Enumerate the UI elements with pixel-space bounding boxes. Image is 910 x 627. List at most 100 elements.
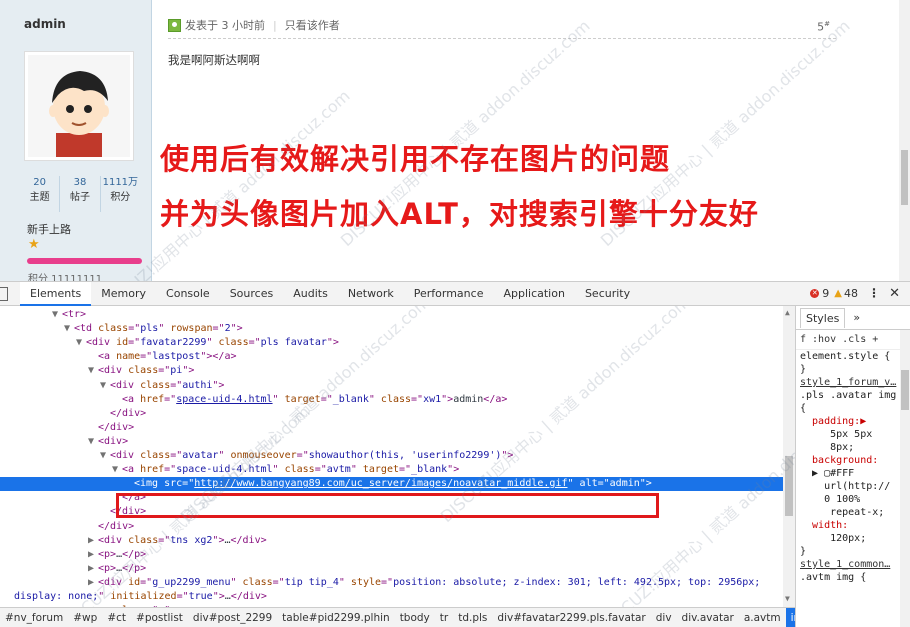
- dom-tree[interactable]: ▼ <tr> ▼ <td class="pls" rowspan="2"> ▼ <div …: [0, 306, 795, 607]
- code-token: </div>: [98, 520, 135, 532]
- breadcrumb-item[interactable]: td.pls: [453, 608, 492, 627]
- tab-security[interactable]: Security: [575, 282, 640, 306]
- user-rank[interactable]: 新手上路: [27, 221, 71, 237]
- code-token: _blank: [411, 464, 448, 476]
- styles-scrollbar[interactable]: [900, 330, 910, 627]
- dom-node-row[interactable]: ▼ <div>: [0, 435, 783, 449]
- more-tabs-icon[interactable]: »: [853, 311, 860, 324]
- code-token: class: [140, 450, 171, 461]
- only-author-link[interactable]: 只看该作者: [285, 17, 340, 33]
- inspect-element-icon[interactable]: [0, 286, 8, 301]
- page-scrollbar[interactable]: [899, 0, 910, 281]
- expand-arrow-icon[interactable]: ▶: [88, 576, 98, 590]
- dom-scroll-thumb[interactable]: [785, 456, 793, 516]
- code-token: </a>: [483, 393, 508, 405]
- breadcrumb-item[interactable]: tbody: [395, 608, 435, 627]
- forum-post: admin 20 主题 38 帖子 1111万 积分 新手上路 ★ 积分 111…: [0, 0, 910, 320]
- dom-node-row[interactable]: ▼ <td class="pls" rowspan="2">: [0, 322, 783, 336]
- post-floor-number[interactable]: 5#: [817, 20, 830, 34]
- tab-console[interactable]: Console: [156, 282, 220, 306]
- styles-tabs: Styles »: [796, 306, 910, 330]
- close-icon[interactable]: ✕: [889, 286, 900, 301]
- stat-credits[interactable]: 1111万 积分: [101, 176, 140, 212]
- stylesheet-link[interactable]: style_1_forum_v…: [796, 376, 910, 389]
- dom-node-row[interactable]: ▶ <div class="tns xg2">…</div>: [0, 534, 783, 548]
- code-token: =": [170, 379, 183, 391]
- expand-arrow-icon[interactable]: ▶: [88, 562, 98, 576]
- code-token: =": [597, 478, 610, 490]
- stat-threads[interactable]: 20 主题: [20, 176, 61, 212]
- dom-node-row[interactable]: display: none;" initialized="true">…</di…: [0, 590, 783, 604]
- breadcrumb-item[interactable]: tr: [435, 608, 453, 627]
- expand-arrow-icon[interactable]: ▼: [76, 336, 86, 350]
- tab-elements[interactable]: Elements: [20, 281, 92, 306]
- breadcrumb-item[interactable]: #ct: [102, 608, 131, 627]
- dom-node-row[interactable]: </div>: [0, 520, 783, 534]
- breadcrumb-item[interactable]: #wp: [68, 608, 102, 627]
- dom-scrollbar[interactable]: ▲ ▼: [783, 306, 795, 607]
- dom-node-row[interactable]: ▼ <div class="pi">: [0, 364, 783, 378]
- dom-node-row[interactable]: ▼ <a href="space-uid-4.html" class="avtm"…: [0, 463, 783, 477]
- breadcrumb-item[interactable]: #nv_forum: [0, 608, 68, 627]
- styles-scroll-thumb[interactable]: [901, 370, 909, 410]
- tab-memory[interactable]: Memory: [91, 282, 156, 306]
- code-token: ">: [639, 478, 652, 490]
- stylesheet-link[interactable]: style_1_common…: [796, 558, 910, 571]
- resource-link[interactable]: http://www.bangyang89.com/uc_server/imag…: [194, 478, 567, 489]
- breadcrumb-item[interactable]: div: [651, 608, 677, 627]
- breadcrumb-item[interactable]: div#favatar2299.pls.favatar: [492, 608, 650, 627]
- warning-icon: ▲: [834, 288, 842, 299]
- dom-node-row[interactable]: ▼ <div class="authi">: [0, 379, 783, 393]
- breadcrumb-item[interactable]: a.avtm: [739, 608, 786, 627]
- dom-node-row[interactable]: ▶ <div id="g_up2299_menu" class="tip tip_…: [0, 576, 783, 590]
- expand-arrow-icon[interactable]: ▼: [100, 449, 110, 463]
- tab-application[interactable]: Application: [493, 282, 574, 306]
- code-token: ">: [212, 591, 225, 602]
- dom-node-row[interactable]: <a href="space-uid-4.html" target="_blan…: [0, 393, 783, 407]
- expand-arrow-icon[interactable]: ▼: [52, 308, 62, 322]
- expand-arrow-icon[interactable]: ▼: [88, 364, 98, 378]
- scroll-down-icon[interactable]: ▼: [785, 594, 790, 603]
- code-token: ": [98, 591, 111, 602]
- code-token: initialized: [110, 591, 177, 602]
- code-token: =": [381, 576, 394, 588]
- username-link[interactable]: admin: [24, 17, 66, 31]
- user-avatar[interactable]: [24, 51, 134, 161]
- tab-audits[interactable]: Audits: [283, 282, 338, 306]
- expand-arrow-icon[interactable]: ▼: [100, 379, 110, 393]
- code-token: ">: [212, 379, 225, 391]
- more-options-icon[interactable]: ⋮: [868, 286, 880, 300]
- tab-performance[interactable]: Performance: [404, 282, 494, 306]
- breadcrumb-item[interactable]: table#pid2299.plhin: [277, 608, 395, 627]
- dom-node-row[interactable]: </div>: [0, 421, 783, 435]
- tab-sources[interactable]: Sources: [220, 282, 284, 306]
- code-token: =": [411, 393, 424, 405]
- breadcrumb-item[interactable]: div#post_2299: [188, 608, 277, 627]
- breadcrumb-item[interactable]: #postlist: [131, 608, 188, 627]
- breadcrumb-item[interactable]: img: [785, 608, 795, 627]
- scroll-up-icon[interactable]: ▲: [785, 308, 790, 317]
- expand-arrow-icon[interactable]: ▼: [88, 435, 98, 449]
- page-scroll-thumb[interactable]: [901, 150, 908, 205]
- dom-node-row[interactable]: ▶ <p>…</p>: [0, 562, 783, 576]
- dom-node-row[interactable]: ▼ <div id="favatar2299" class="pls favata…: [0, 336, 783, 350]
- dom-node-row[interactable]: <img src="http://www.bangyang89.com/uc_s…: [0, 477, 783, 492]
- tab-network[interactable]: Network: [338, 282, 404, 306]
- dom-node-row[interactable]: ▼ <div class="avatar" onmouseover="showau…: [0, 449, 783, 463]
- dom-node-row[interactable]: </div>: [0, 407, 783, 421]
- dom-node-row[interactable]: ▼ <tr>: [0, 308, 783, 322]
- tab-styles[interactable]: Styles: [800, 307, 846, 328]
- css-rule-line: {: [800, 403, 807, 414]
- stat-posts[interactable]: 38 帖子: [60, 176, 101, 212]
- console-status[interactable]: ✕ 9 ▲ 48: [810, 287, 858, 300]
- expand-arrow-icon[interactable]: ▶: [88, 534, 98, 548]
- expand-arrow-icon[interactable]: ▼: [112, 463, 122, 477]
- expand-arrow-icon[interactable]: ▼: [64, 322, 74, 336]
- dom-node-row[interactable]: ▶ <p>…</p>: [0, 548, 783, 562]
- expand-arrow-icon[interactable]: ▶: [88, 548, 98, 562]
- code-token: avatar: [182, 450, 219, 461]
- breadcrumb-item[interactable]: div.avatar: [677, 608, 739, 627]
- styles-filter[interactable]: f :hov .cls +: [796, 330, 910, 350]
- resource-link[interactable]: space-uid-4.html: [176, 394, 272, 405]
- dom-node-row[interactable]: <a name="lastpost"></a>: [0, 350, 783, 364]
